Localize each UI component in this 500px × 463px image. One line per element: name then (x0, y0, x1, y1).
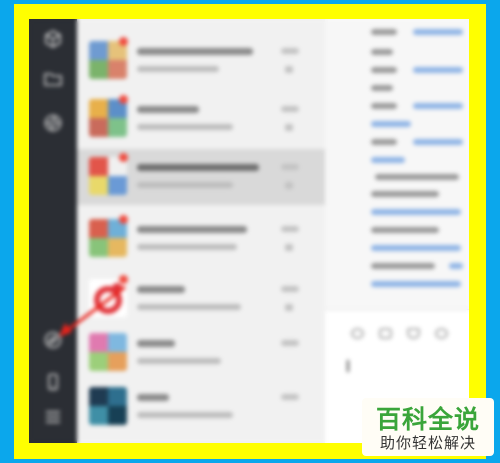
watermark-logo: 百科全说 助你轻松解决 (362, 398, 494, 456)
wechat-window (29, 19, 469, 443)
watermark-slogan: 助你轻松解决 (379, 434, 476, 452)
annotation-arrow (59, 285, 126, 337)
watermark-title: 百科全说 (375, 405, 480, 434)
